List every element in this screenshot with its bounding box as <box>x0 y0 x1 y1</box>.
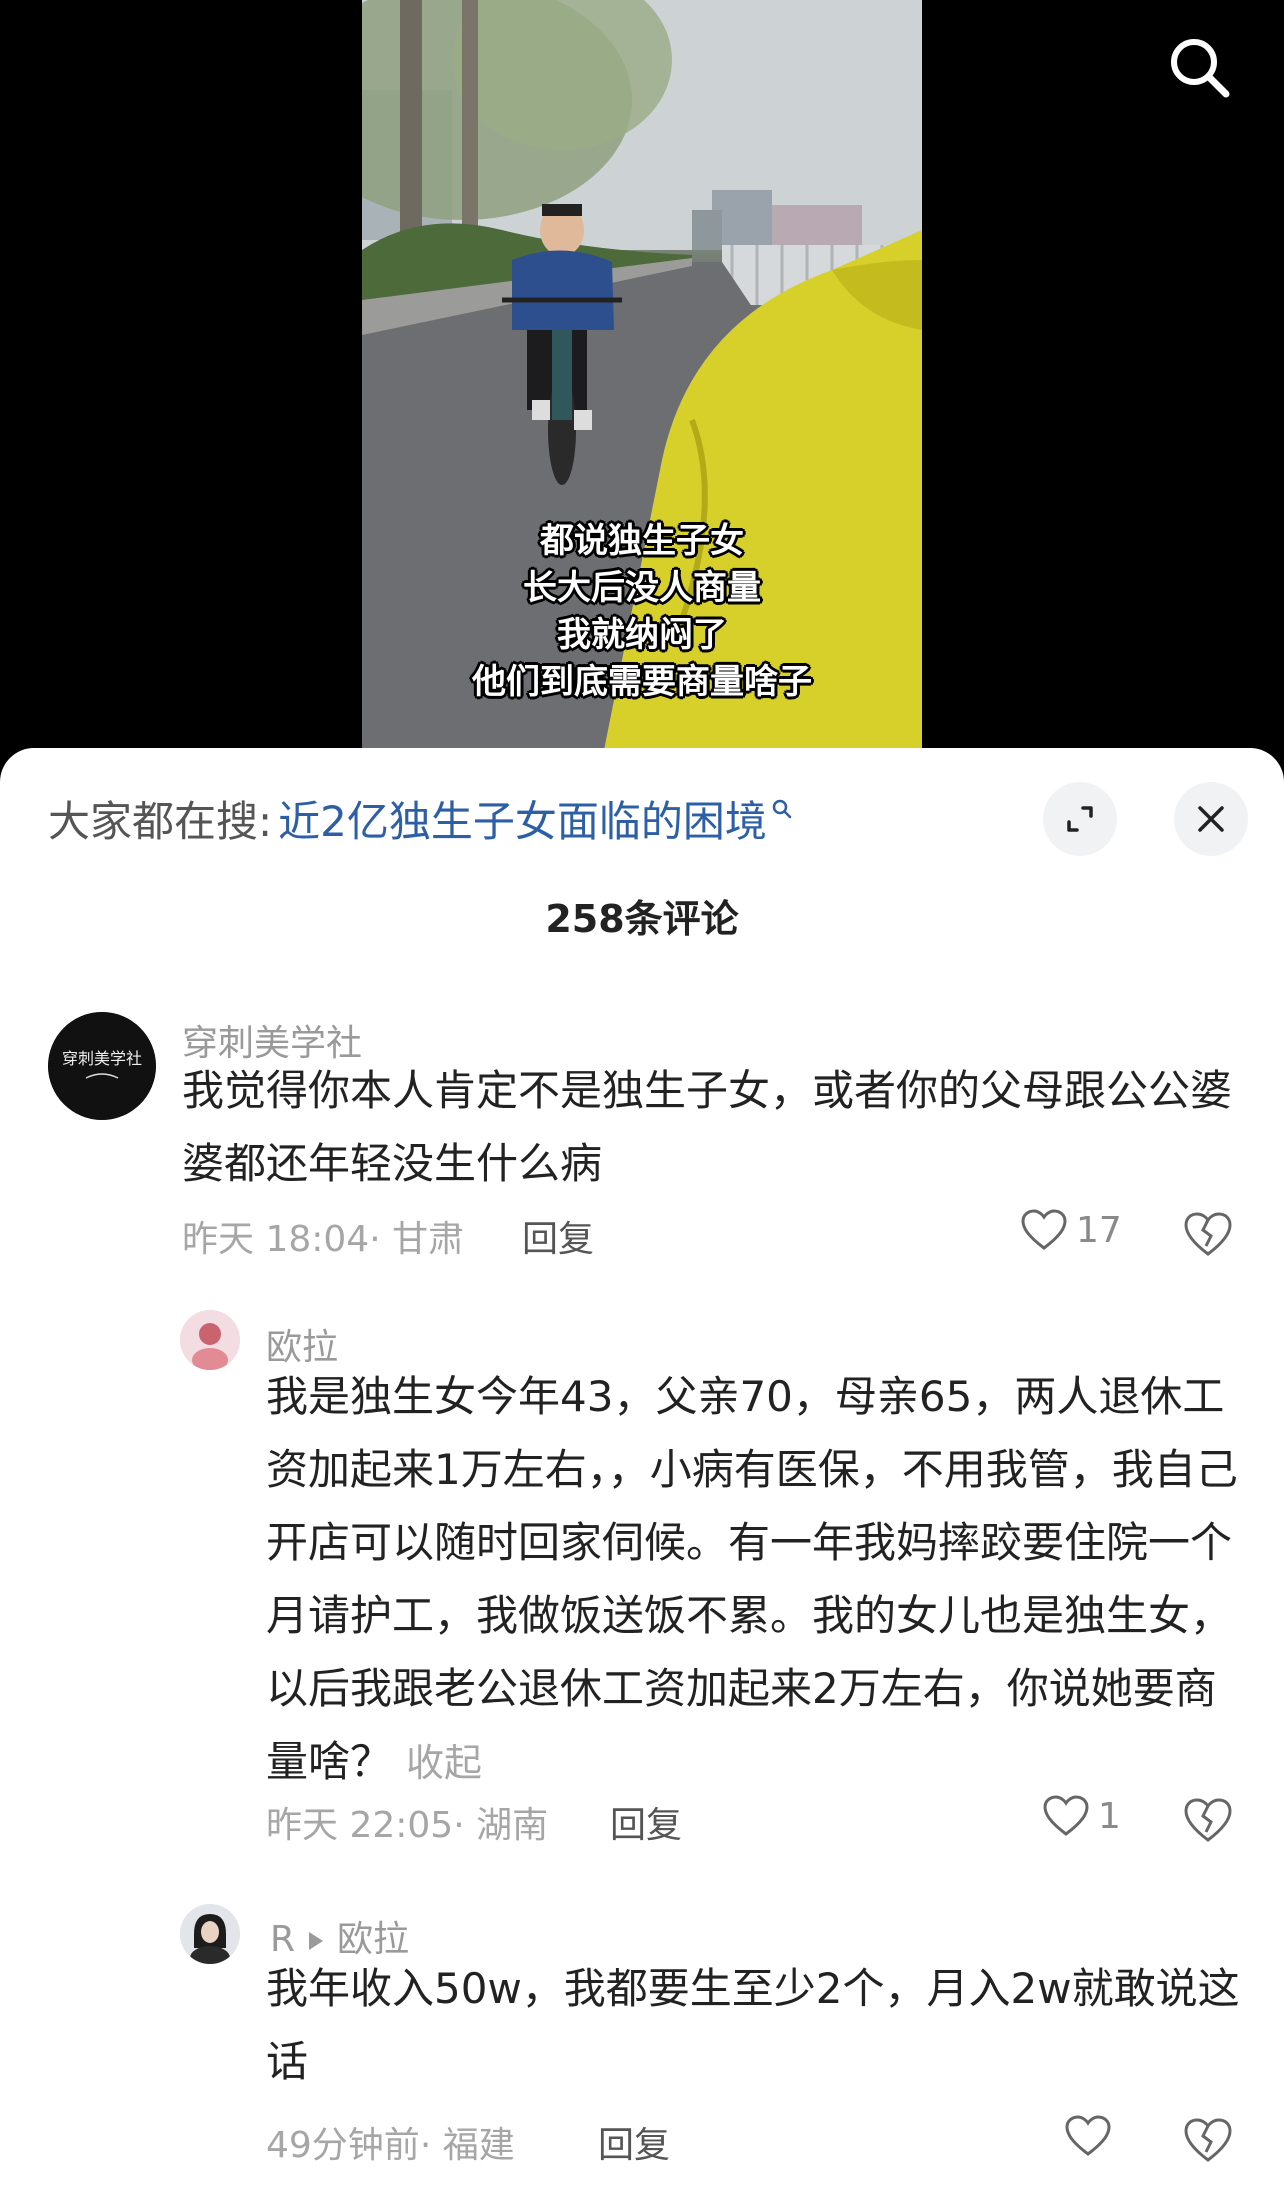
reply-button[interactable]: 回复 <box>598 2116 670 2168</box>
subtitle-line: 都说独生子女 <box>540 521 744 561</box>
reply-time: 昨天 22:05 <box>266 1805 454 1846</box>
broken-heart-icon <box>1184 1212 1232 1256</box>
like-count: 1 <box>1098 1795 1121 1837</box>
video-subtitles: 都说独生子女 长大后没人商量 我就纳闷了 他们到底需要商量啥子 <box>362 518 922 706</box>
reply-item: 欧拉 我是独生女今年43，父亲70，母亲65，两人退休工资加起来1万左右，，小病… <box>0 1310 1284 1890</box>
comment-count-title: 258条评论 <box>545 897 739 941</box>
subtitle-line: 他们到底需要商量啥子 <box>472 662 812 702</box>
dislike-button[interactable] <box>1182 1796 1234 1848</box>
trending-search-link[interactable]: 近2亿独生子女面临的困境 <box>278 788 767 849</box>
close-icon <box>1198 806 1224 832</box>
reply-button[interactable]: 回复 <box>522 1210 594 1262</box>
reply-location: · 福建 <box>419 2125 515 2166</box>
expand-icon <box>1067 806 1093 832</box>
trending-search-bar[interactable]: 大家都在搜: 近2亿独生子女面临的困境 <box>48 788 793 848</box>
like-count: 17 <box>1076 1209 1122 1251</box>
like-button[interactable]: 1 <box>1042 1794 1121 1838</box>
dislike-button[interactable] <box>1182 1210 1234 1262</box>
broken-heart-icon <box>1184 1798 1232 1842</box>
reply-time: 49分钟前 <box>266 2125 420 2166</box>
heart-icon <box>1043 1795 1089 1836</box>
avatar[interactable] <box>180 1904 240 1964</box>
close-button[interactable] <box>1174 782 1248 856</box>
subtitle-line: 我就纳闷了 <box>557 615 727 655</box>
comment-time: 昨天 18:04 <box>182 1219 370 1260</box>
small-search-icon <box>772 799 792 819</box>
subtitle-line: 长大后没人商量 <box>523 568 761 608</box>
comment-location: · 甘肃 <box>369 1219 465 1260</box>
avatar[interactable]: 穿刺美学社 <box>48 1012 156 1120</box>
reply-text: 我是独生女今年43，父亲70，母亲65，两人退休工资加起来1万左右，，小病有医保… <box>266 1360 1246 1800</box>
avatar-logo-text: 穿刺美学社 <box>62 1049 142 1068</box>
reply-meta: 昨天 22:05· 湖南 <box>266 1796 548 1848</box>
heart-icon <box>1021 1209 1067 1250</box>
dislike-button[interactable] <box>1182 2116 1234 2168</box>
trending-search-prefix: 大家都在搜: <box>48 796 273 846</box>
heart-icon <box>1065 2115 1111 2156</box>
reply-text-content: 我是独生女今年43，父亲70，母亲65，两人退休工资加起来1万左右，，小病有医保… <box>266 1372 1238 1786</box>
like-button[interactable] <box>1064 2114 1120 2158</box>
like-button[interactable]: 17 <box>1020 1208 1122 1252</box>
video-frame[interactable]: 都说独生子女 长大后没人商量 我就纳闷了 他们到底需要商量啥子 <box>362 0 922 760</box>
reply-meta: 49分钟前· 福建 <box>266 2116 515 2168</box>
avatar[interactable] <box>180 1310 240 1370</box>
search-icon[interactable] <box>1166 34 1232 100</box>
expand-button[interactable] <box>1043 782 1117 856</box>
reply-arrow-icon <box>309 1932 324 1950</box>
comment-sheet: 大家都在搜: 近2亿独生子女面临的困境 258条评论 穿刺美学社 穿刺美学社 我 <box>0 748 1284 2187</box>
broken-heart-icon <box>1184 2118 1232 2162</box>
video-player[interactable]: 都说独生子女 长大后没人商量 我就纳闷了 他们到底需要商量啥子 <box>0 0 1284 780</box>
reply-item: R 欧拉 我年收入50w，我都要生至少2个，月入2w就敢说这话 49分钟前· 福建… <box>0 1904 1284 2187</box>
reply-location: · 湖南 <box>453 1805 549 1846</box>
comment-meta: 昨天 18:04· 甘肃 <box>182 1210 464 1262</box>
comment-text: 我觉得你本人肯定不是独生子女，或者你的父母跟公公婆婆都还年轻没生什么病 <box>182 1066 1233 1188</box>
reply-button[interactable]: 回复 <box>610 1796 682 1848</box>
reply-text: 我年收入50w，我都要生至少2个，月入2w就敢说这话 <box>266 1964 1240 2086</box>
collapse-button[interactable]: 收起 <box>406 1741 482 1785</box>
